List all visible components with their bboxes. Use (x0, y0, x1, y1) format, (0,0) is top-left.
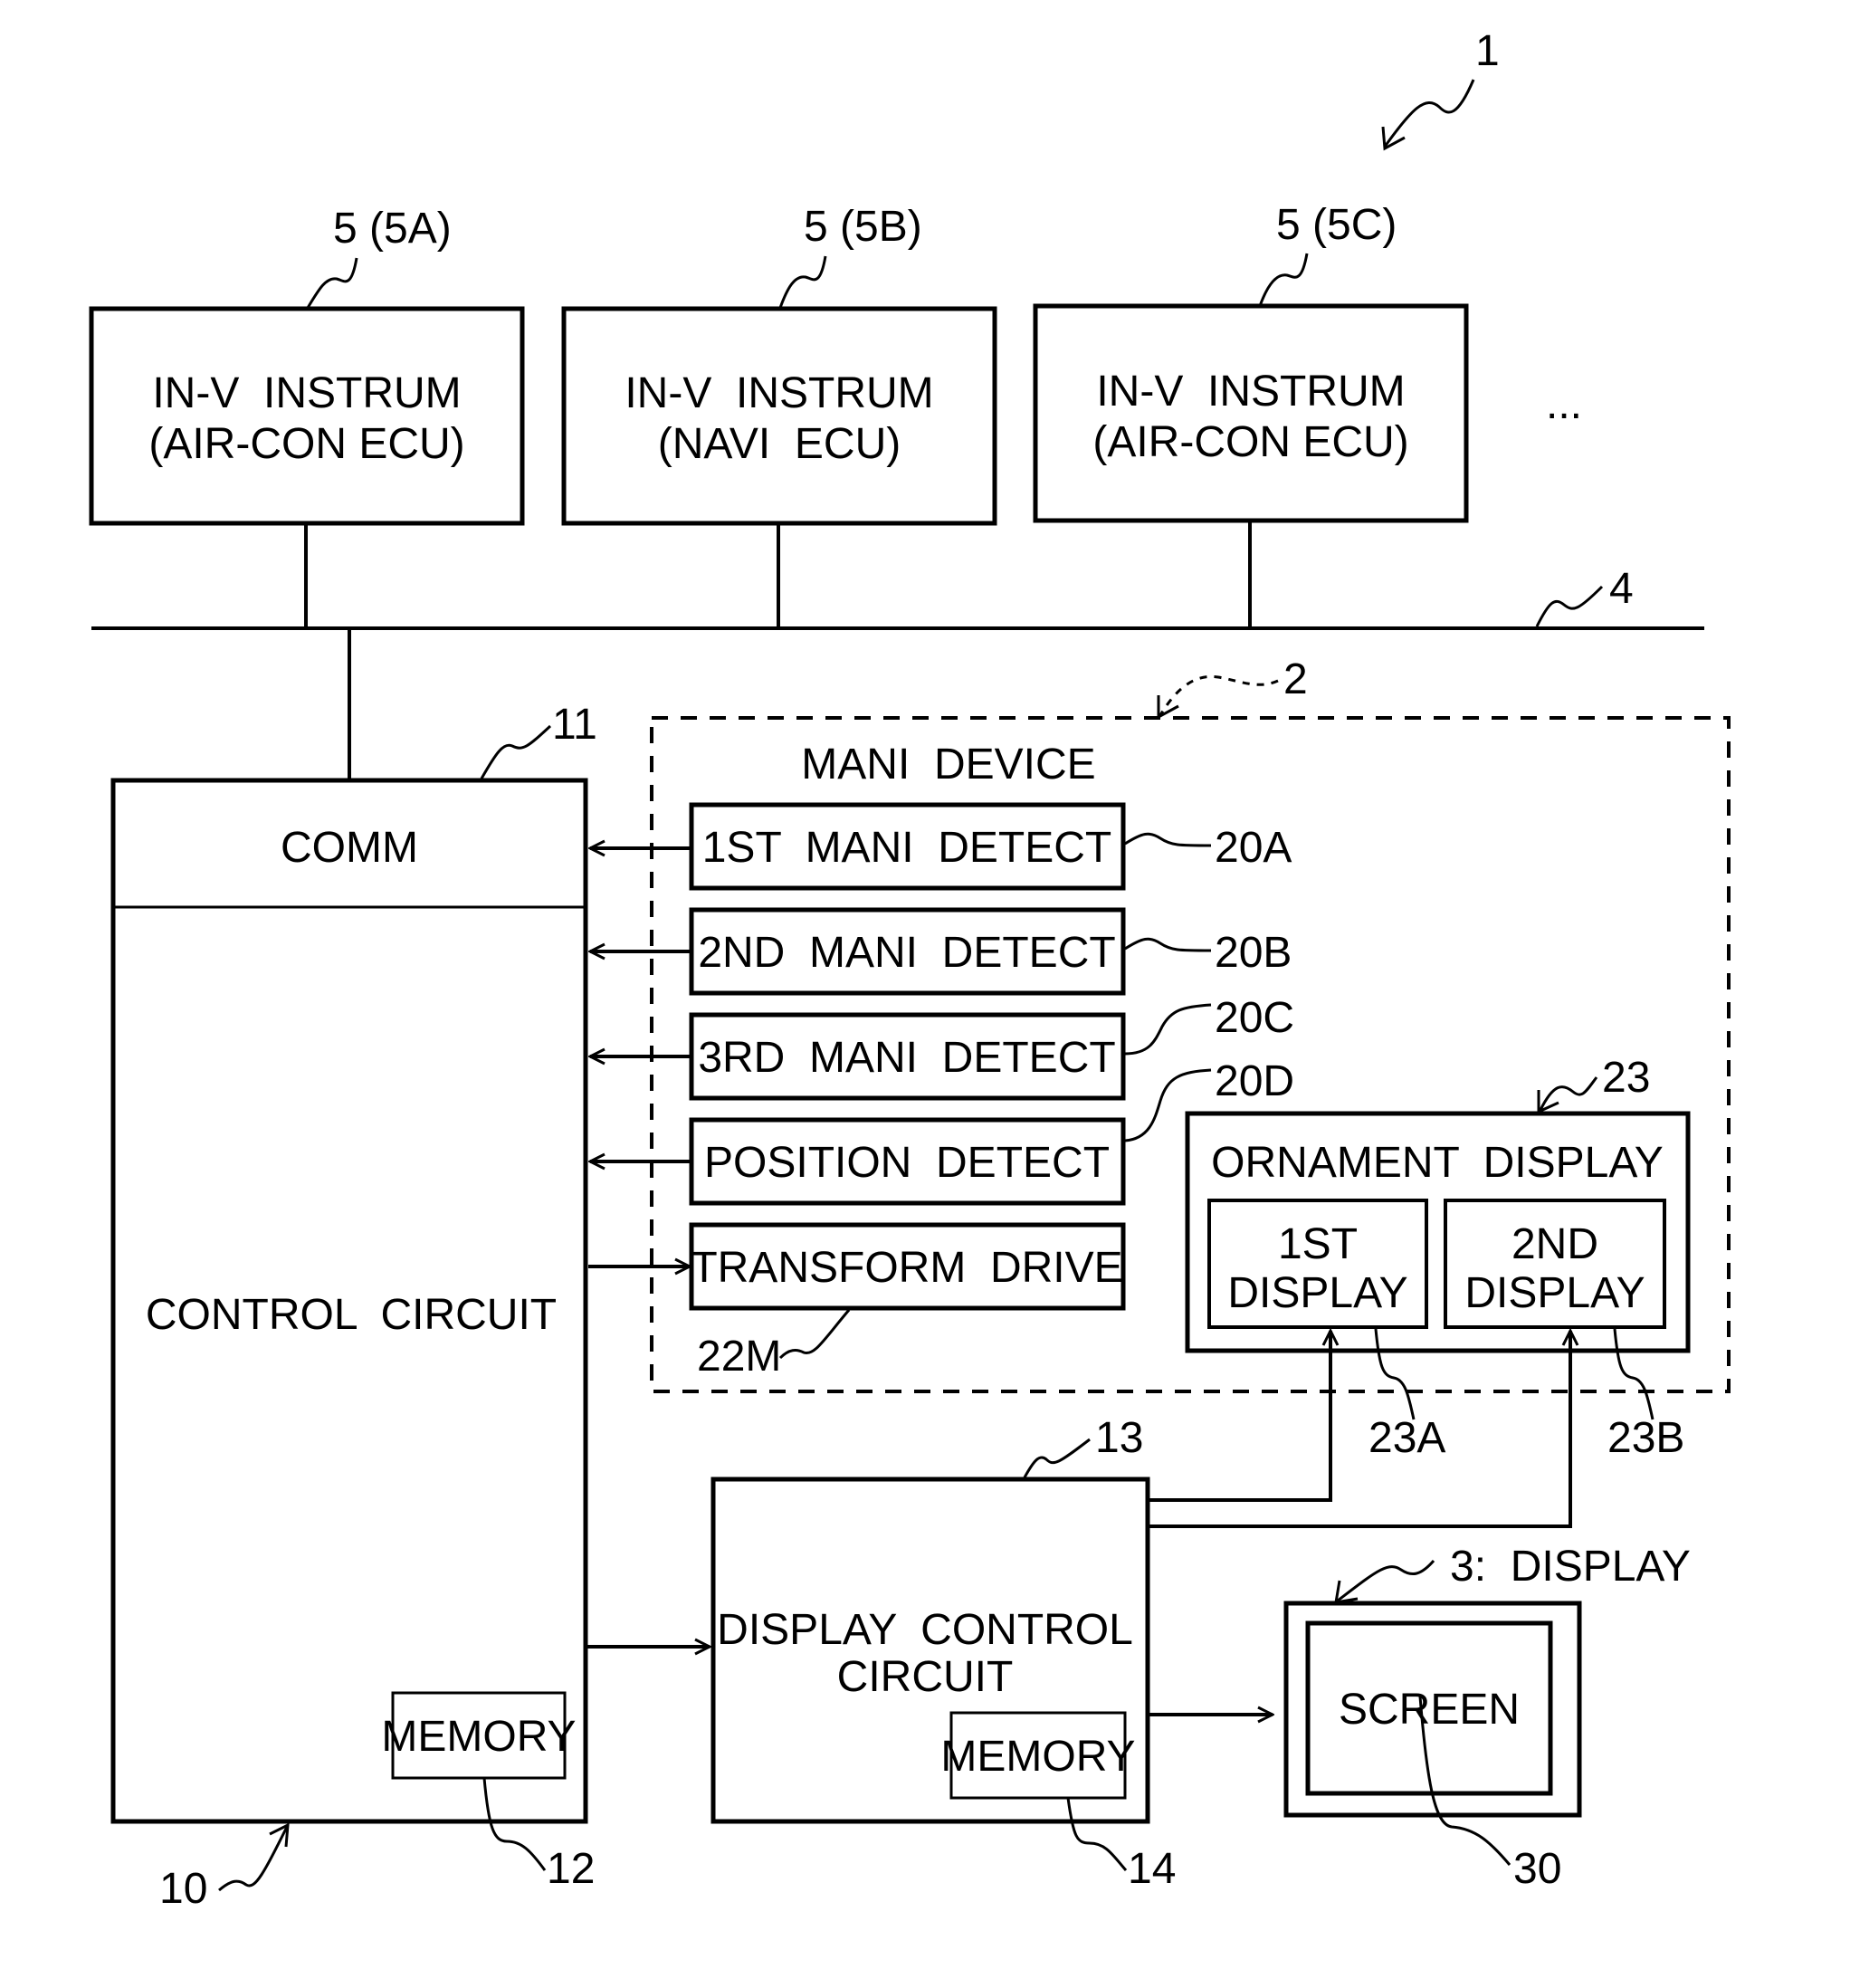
display-control-ref: 13 (1095, 1414, 1143, 1462)
display-control-line1: DISPLAY CONTROL (717, 1606, 1133, 1654)
instrument-5a-line1: IN-V INSTRUM (152, 369, 461, 417)
block-diagram: 1 5 (5A) IN-V INSTRUM (AIR-CON ECU) 5 (5… (89, 27, 1731, 1913)
instrument-5c-line2: (AIR-CON ECU) (1092, 418, 1408, 466)
control-memory-ref: 12 (547, 1845, 595, 1893)
detect-2nd-ref: 20B (1215, 929, 1292, 977)
bus-ref-leader (1535, 585, 1604, 627)
display-ref-label: 3: DISPLAY (1450, 1543, 1691, 1591)
dc-to-second-display-arrow (1148, 1331, 1570, 1528)
detect-3rd-leader (1124, 1003, 1212, 1056)
second-display-line1: 2ND (1511, 1220, 1598, 1268)
display-control-line2: CIRCUIT (837, 1653, 1014, 1701)
ornament-display-ref: 23 (1602, 1054, 1650, 1102)
dc-to-first-display-arrow (1148, 1331, 1330, 1502)
instrument-5b: 5 (5B) IN-V INSTRUM (NAVI ECU) (561, 203, 997, 526)
instrument-5a-leader (306, 257, 358, 309)
transform-drive-label: TRANSFORM DRIVE (691, 1244, 1122, 1292)
instrument-5b-leader (778, 255, 827, 309)
manip-device-title: MANI DEVICE (801, 741, 1095, 789)
detect-3rd-ref: 20C (1215, 994, 1294, 1042)
comm-ref-label: 11 (552, 701, 597, 749)
comm-ref-leader (480, 724, 552, 779)
instrument-5b-ref: 5 (5B) (804, 203, 922, 251)
second-display-ref: 23B (1607, 1414, 1684, 1462)
display-ref-leader (1337, 1560, 1435, 1602)
control-circuit-label: CONTROL CIRCUIT (146, 1291, 557, 1339)
system-ref-label: 1 (1475, 27, 1500, 75)
instrument-5a-line2: (AIR-CON ECU) (148, 420, 464, 468)
instrument-5c-leader (1258, 253, 1309, 307)
control-ref-leader (218, 1824, 290, 1892)
ornament-display-title: ORNAMENT DISPLAY (1211, 1139, 1664, 1187)
first-display-line1: 1ST (1278, 1220, 1358, 1268)
screen-ref-label: 30 (1513, 1845, 1561, 1893)
comm-label: COMM (281, 824, 418, 872)
display-control-leader (1023, 1438, 1091, 1478)
detect-1st-label: 1ST MANI DETECT (702, 824, 1112, 872)
instrument-5a-ref: 5 (5A) (333, 205, 452, 253)
detect-2nd-leader (1124, 937, 1212, 952)
display-control-memory-label: MEMORY (940, 1733, 1135, 1781)
detect-position-ref: 20D (1215, 1057, 1294, 1105)
first-display-ref: 23A (1368, 1414, 1445, 1462)
detect-3rd-label: 3RD MANI DETECT (698, 1034, 1115, 1082)
instrument-5c: 5 (5C) IN-V INSTRUM (AIR-CON ECU) (1033, 201, 1469, 523)
manip-device: 2 MANI DEVICE 1ST MANI DETECT 20A 2ND MA… (588, 655, 1731, 1393)
display-control-circuit: DISPLAY CONTROL CIRCUIT 13 MEMORY 14 (710, 1414, 1176, 1893)
bus-ref-label: 4 (1609, 565, 1634, 613)
ornament-display-leader (1539, 1076, 1598, 1111)
control-memory-label: MEMORY (381, 1713, 576, 1761)
detect-position-label: POSITION DETECT (704, 1139, 1110, 1187)
transform-drive-ref: 22M (697, 1333, 781, 1381)
instrument-5a: 5 (5A) IN-V INSTRUM (AIR-CON ECU) (89, 205, 525, 526)
screen-label: SCREEN (1339, 1686, 1520, 1734)
instrument-5b-line1: IN-V INSTRUM (625, 369, 933, 417)
manip-device-ref-leader (1159, 674, 1279, 716)
detect-1st-ref: 20A (1215, 824, 1292, 872)
instrument-5c-ref: 5 (5C) (1276, 201, 1397, 249)
display-3: SCREEN 3: DISPLAY 30 (1283, 1543, 1691, 1893)
second-display-line2: DISPLAY (1464, 1269, 1645, 1317)
detect-1st-leader (1124, 832, 1212, 847)
detect-2nd-label: 2ND MANI DETECT (698, 929, 1115, 977)
control-circuit: COMM 11 CONTROL CIRCUIT MEMORY 12 10 (110, 701, 597, 1913)
manip-device-ref: 2 (1283, 655, 1308, 703)
instrument-5c-line1: IN-V INSTRUM (1096, 368, 1405, 416)
control-ref-label: 10 (159, 1865, 207, 1913)
more-instruments-ellipsis: ... (1546, 380, 1582, 428)
instrument-5b-line2: (NAVI ECU) (658, 420, 901, 468)
display-control-memory-ref: 14 (1128, 1845, 1176, 1893)
system-ref-leader (1383, 79, 1475, 148)
first-display-line2: DISPLAY (1227, 1269, 1407, 1317)
transform-drive-leader (778, 1309, 851, 1360)
